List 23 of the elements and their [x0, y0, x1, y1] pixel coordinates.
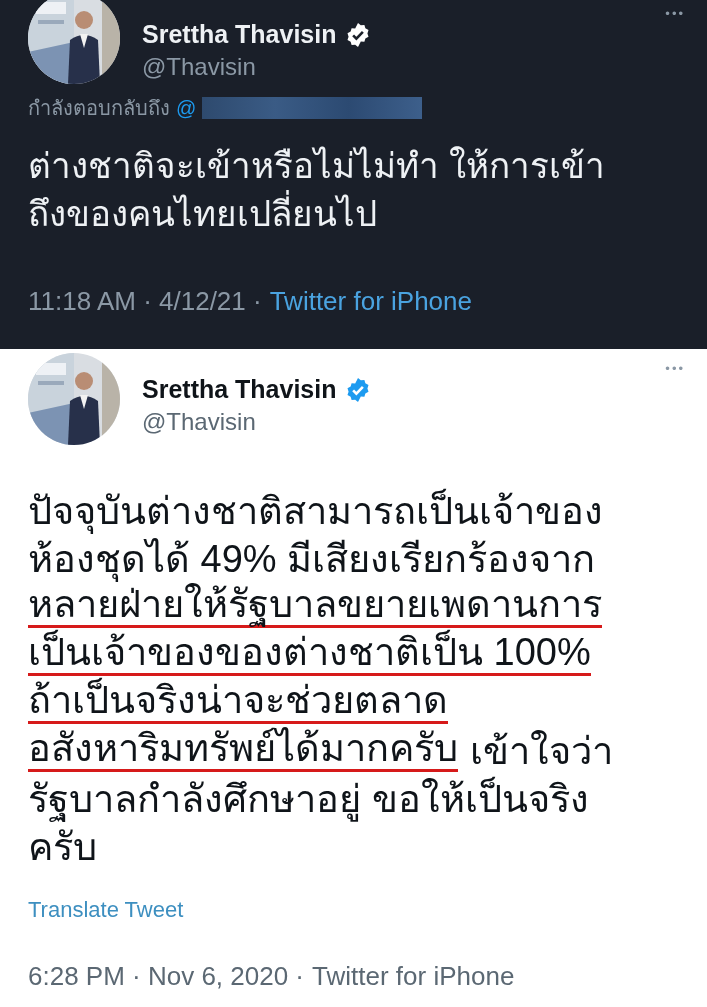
tweet-text: ถึงของคนไทยเปลี่ยนไป [28, 190, 377, 238]
timestamp: 11:18 AM · 4/12/21 · [28, 286, 262, 317]
author-handle: @Thavisin [142, 408, 257, 436]
mention-link[interactable]: @ [176, 96, 197, 120]
tweet-text: อสังหาริมทรัพย์ได้มากครับ [28, 727, 458, 772]
tweet-text: เป็นเจ้าของของต่างชาติเป็น 100% [28, 631, 591, 676]
tweet-text: เข้าใจว่า [470, 729, 613, 774]
more-options-button[interactable]: ••• [665, 6, 685, 21]
more-options-button[interactable]: ••• [665, 361, 685, 376]
tweet-text: ปัจจุบันต่างชาติสามารถเป็นเจ้าของ [28, 487, 603, 535]
replying-to-label: กำลังตอบกลับถึง [28, 96, 170, 121]
tweet-text: รัฐบาลกำลังศึกษาอยู่ ขอให้เป็นจริง [28, 775, 589, 823]
timestamp: 6:28 PM · Nov 6, 2020 · [28, 961, 305, 992]
tweet-text: ห้องชุดได้ 49% มีเสียงเรียกร้องจาก [28, 537, 596, 583]
tweet-text: หลายฝ่ายให้รัฐบาลขยายเพดานการ [28, 583, 602, 628]
author-name: Srettha Thavisin [142, 375, 337, 404]
tweet-text: ครับ [28, 825, 97, 870]
author-handle: @Thavisin [142, 53, 257, 81]
translate-link[interactable]: Translate Tweet [28, 897, 184, 922]
tweet-text: ถ้าเป็นจริงน่าจะช่วยตลาด [28, 679, 448, 724]
tweet-text: ต่างชาติจะเข้าหรือไม่ไม่ทำ ให้การเข้า [28, 145, 605, 187]
author-name: Srettha Thavisin [142, 20, 337, 49]
source-link[interactable]: Twitter for iPhone [269, 286, 472, 317]
